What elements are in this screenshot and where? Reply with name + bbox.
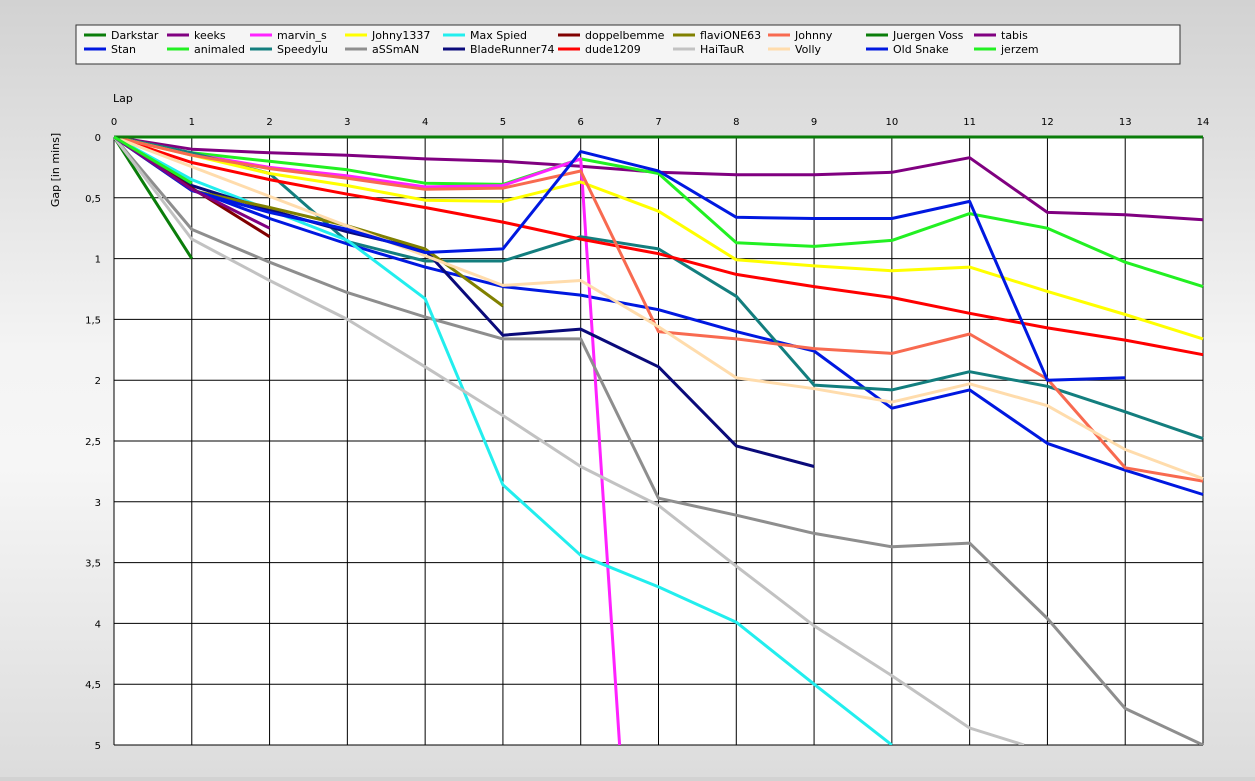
x-tick-label: 4: [422, 117, 428, 128]
y-tick-label: 3,5: [85, 559, 101, 570]
chart-stage: Darkstar Stan keeks animaled marvin_s Speedyl…: [0, 0, 1255, 777]
x-tick-label: 3: [344, 117, 350, 128]
legend-label-bladerunner74: BladeRunner74: [470, 43, 554, 56]
legend-label-johny1337: Johny1337: [371, 29, 430, 42]
legend-label-dude1209: dude1209: [585, 43, 641, 56]
x-axis-label: Lap: [113, 92, 133, 105]
legend-label-johnny: Johnny: [794, 29, 833, 42]
y-tick-label: 1: [95, 255, 101, 266]
legend-label-darkstar: Darkstar: [111, 29, 159, 42]
y-tick-label: 2: [95, 376, 101, 387]
x-tick-label: 11: [963, 117, 976, 128]
legend-label-stan: Stan: [111, 43, 136, 56]
legend-label-speedylu: Speedylu: [277, 43, 328, 56]
legend-label-old-snake: Old Snake: [893, 43, 949, 56]
y-tick-label: 2,5: [85, 437, 101, 448]
x-tick-label: 8: [733, 117, 739, 128]
y-tick-label: 5: [95, 741, 101, 752]
y-tick-label: 3: [95, 498, 101, 509]
x-tick-label: 14: [1197, 117, 1210, 128]
legend-label-haitaur: HaiTauR: [700, 43, 745, 56]
y-axis-label: Gap [in mins]: [49, 133, 62, 207]
y-tick-label: 1,5: [85, 315, 101, 326]
x-tick-label: 6: [578, 117, 584, 128]
x-tick-label: 1: [189, 117, 195, 128]
y-tick-label: 4: [95, 619, 101, 630]
y-tick-label: 0,5: [85, 194, 101, 205]
x-tick-label: 0: [111, 117, 117, 128]
gap-chart: DarkstarStan keeksanimaled marvin_sSpeedyl…: [49, 24, 1210, 752]
legend-label-flavione63: flaviONE63: [700, 29, 761, 42]
x-tick-label: 9: [811, 117, 817, 128]
y-tick-label: 0: [95, 133, 101, 144]
legend-label-volly: Volly: [795, 43, 822, 56]
x-tick-label: 13: [1119, 117, 1132, 128]
x-tick-label: 7: [655, 117, 661, 128]
legend-label-juergen-voss: Juergen Voss: [892, 29, 964, 42]
x-tick-label: 12: [1041, 117, 1054, 128]
legend-label-marvin-s: marvin_s: [277, 29, 327, 42]
legend-label-animaled: animaled: [194, 43, 245, 56]
legend: DarkstarStan keeksanimaled marvin_sSpeedyl…: [75, 24, 1181, 65]
legend-label-doppelbemme: doppelbemme: [585, 29, 665, 42]
x-tick-label: 10: [885, 117, 898, 128]
x-tick-label: 2: [266, 117, 272, 128]
legend-label-keeks: keeks: [194, 29, 226, 42]
legend-label-assman: aSSmAN: [372, 43, 419, 56]
legend-label-jerzem: jerzem: [1000, 43, 1039, 56]
x-tick-label: 5: [500, 117, 506, 128]
legend-label-tabis: tabis: [1001, 29, 1028, 42]
y-tick-label: 4,5: [85, 680, 101, 691]
legend-label-max-spied: Max Spied: [470, 29, 527, 42]
